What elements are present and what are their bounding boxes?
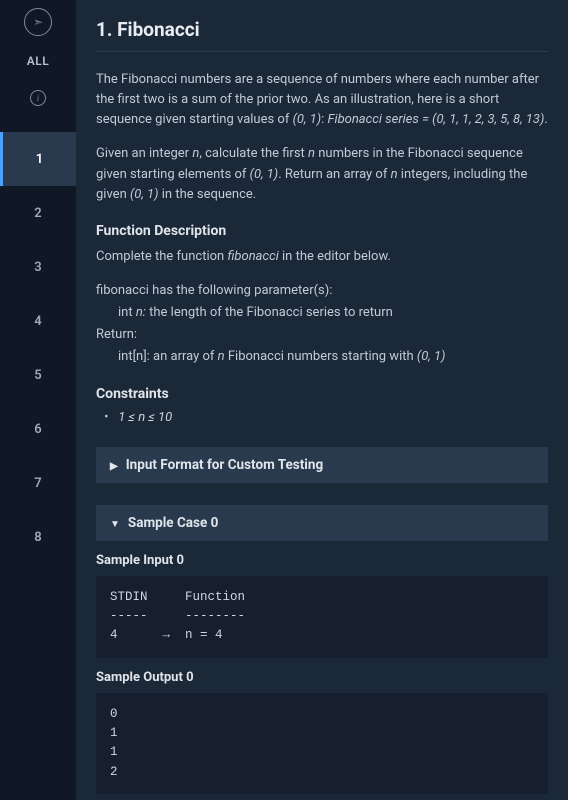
- sample-case-toggle[interactable]: ▼Sample Case 0: [96, 505, 548, 541]
- chevron-right-icon: ▶: [110, 461, 118, 472]
- problem-title: 1. Fibonacci: [96, 18, 548, 41]
- sample-output-code: 0 1 1 2: [96, 693, 548, 795]
- constraint-item: 1 ≤ n ≤ 10: [104, 410, 548, 425]
- all-tab[interactable]: ALL: [27, 54, 49, 68]
- parameters-block: fibonacci has the following parameter(s)…: [96, 281, 548, 368]
- constraints-list: 1 ≤ n ≤ 10: [96, 410, 548, 425]
- sample-input-code: STDIN Function ----- -------- 4 → n = 4: [96, 576, 548, 658]
- info-icon[interactable]: i: [30, 90, 46, 106]
- divider: [96, 51, 548, 52]
- sidebar-item-5[interactable]: 5: [0, 348, 76, 402]
- sample-case-content: Sample Input 0 STDIN Function ----- ----…: [96, 553, 548, 795]
- sidebar-item-8[interactable]: 8: [0, 510, 76, 564]
- input-format-toggle[interactable]: ▶Input Format for Custom Testing: [96, 447, 548, 483]
- chevron-down-icon: ▼: [110, 519, 120, 530]
- sidebar-item-3[interactable]: 3: [0, 240, 76, 294]
- sidebar-item-4[interactable]: 4: [0, 294, 76, 348]
- intro-paragraph: The Fibonacci numbers are a sequence of …: [96, 70, 548, 130]
- sidebar-item-2[interactable]: 2: [0, 186, 76, 240]
- sidebar-item-1[interactable]: 1: [0, 132, 76, 186]
- sidebar-item-6[interactable]: 6: [0, 402, 76, 456]
- sample-output-label: Sample Output 0: [96, 670, 548, 685]
- function-description-heading: Function Description: [96, 223, 548, 239]
- problem-content: 1. Fibonacci The Fibonacci numbers are a…: [76, 0, 568, 800]
- sidebar-item-7[interactable]: 7: [0, 456, 76, 510]
- sample-input-label: Sample Input 0: [96, 553, 548, 568]
- function-description-text: Complete the function fibonacci in the e…: [96, 247, 548, 267]
- task-paragraph: Given an integer n, calculate the first …: [96, 144, 548, 204]
- sidebar: ➣ ALL i 1 2 3 4 5 6 7 8: [0, 0, 76, 800]
- constraints-heading: Constraints: [96, 386, 548, 402]
- compass-icon[interactable]: ➣: [24, 8, 52, 36]
